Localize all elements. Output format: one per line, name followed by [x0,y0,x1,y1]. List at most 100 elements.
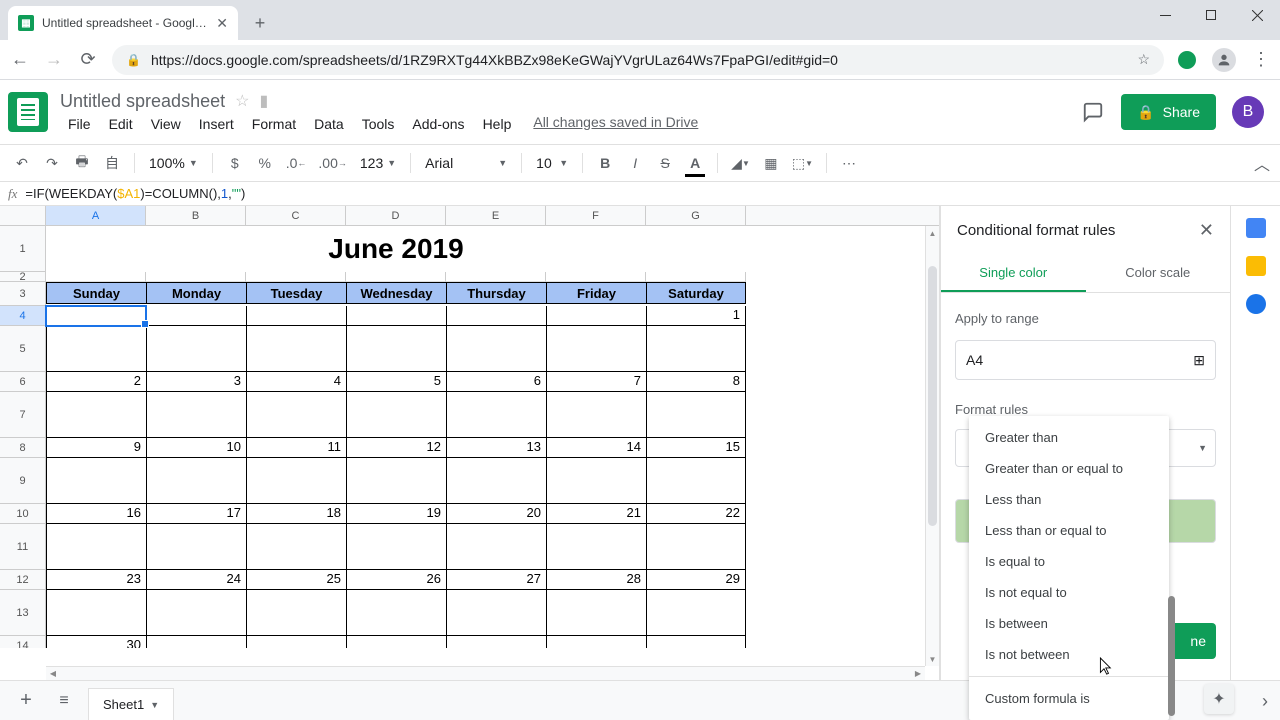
column-header[interactable]: G [646,206,746,225]
formula-bar[interactable]: fx =IF(WEEKDAY($A1)=COLUMN(),1,"") [0,182,1280,206]
star-document-icon[interactable]: ☆ [235,91,249,111]
cell[interactable] [546,306,646,326]
all-sheets-button[interactable]: ≡ [50,687,78,715]
account-avatar[interactable]: B [1232,96,1264,128]
profile-icon[interactable] [1212,48,1236,72]
scroll-up-icon[interactable]: ▲ [926,226,939,240]
row-header[interactable]: 1 [0,226,46,272]
add-sheet-button[interactable]: + [12,687,40,715]
cell[interactable] [346,306,446,326]
row-header[interactable]: 2 [0,272,46,282]
collapse-toolbar-icon[interactable]: ︿ [1254,151,1270,175]
calendar-title[interactable]: June 2019 [46,226,746,272]
dropdown-item[interactable]: Is not between [969,639,1169,670]
explore-button[interactable]: ✦ [1204,684,1234,714]
cell[interactable]: 3 [146,372,246,392]
calendar-addon-icon[interactable] [1246,218,1266,238]
column-header[interactable]: C [246,206,346,225]
font-select[interactable]: Arial▼ [421,155,511,171]
cell[interactable]: 23 [46,570,146,590]
day-header[interactable]: Tuesday [246,282,346,304]
cell[interactable]: 25 [246,570,346,590]
row-header[interactable]: 10 [0,504,46,524]
merge-cells-icon[interactable]: ⬚▼ [789,150,816,176]
cell[interactable]: 20 [446,504,546,524]
cell[interactable] [246,306,346,326]
close-window-button[interactable] [1234,0,1280,30]
row-header[interactable]: 14 [0,636,46,648]
day-header[interactable]: Thursday [446,282,546,304]
cell[interactable]: 13 [446,438,546,458]
cell[interactable]: 12 [346,438,446,458]
cell[interactable]: 29 [646,570,746,590]
strikethrough-icon[interactable]: S [653,150,677,176]
more-toolbar-icon[interactable]: ⋯ [837,150,861,176]
row-header[interactable]: 12 [0,570,46,590]
menu-insert[interactable]: Insert [191,114,242,134]
keep-addon-icon[interactable] [1246,256,1266,276]
dropdown-item[interactable]: Is equal to [969,546,1169,577]
day-header[interactable]: Wednesday [346,282,446,304]
print-icon[interactable]: 🖶 [70,150,94,176]
cell[interactable]: 8 [646,372,746,392]
zoom-select[interactable]: 100%▼ [145,155,202,171]
cell[interactable] [446,306,546,326]
dropdown-item[interactable]: Is not equal to [969,577,1169,608]
close-panel-icon[interactable]: ✕ [1199,220,1214,241]
menu-format[interactable]: Format [244,114,304,134]
currency-icon[interactable]: $ [223,150,247,176]
select-all-corner[interactable] [0,206,46,225]
cell[interactable]: 30 [46,636,146,648]
cell[interactable] [146,306,246,326]
document-title[interactable]: Untitled spreadsheet [60,91,225,112]
row-header[interactable]: 5 [0,326,46,372]
menu-tools[interactable]: Tools [354,114,403,134]
hide-side-panel-icon[interactable]: › [1262,691,1268,712]
maximize-button[interactable] [1188,0,1234,30]
menu-data[interactable]: Data [306,114,352,134]
forward-button[interactable]: → [44,49,64,70]
percent-icon[interactable]: % [253,150,277,176]
cell[interactable]: 28 [546,570,646,590]
dropdown-item[interactable]: Is between [969,608,1169,639]
cell[interactable]: 16 [46,504,146,524]
column-header[interactable]: F [546,206,646,225]
redo-icon[interactable]: ↷ [40,150,64,176]
cell[interactable]: 2 [46,372,146,392]
column-header[interactable]: A [46,206,146,225]
cell[interactable]: 15 [646,438,746,458]
undo-icon[interactable]: ↶ [10,150,34,176]
formula-text[interactable]: =IF(WEEKDAY($A1)=COLUMN(),1,"") [25,186,245,202]
menu-file[interactable]: File [60,114,99,134]
cell[interactable]: 19 [346,504,446,524]
cell[interactable]: 22 [646,504,746,524]
row-header[interactable]: 11 [0,524,46,570]
column-header[interactable]: E [446,206,546,225]
decrease-decimal-icon[interactable]: .0← [283,150,310,176]
dropdown-item[interactable]: Less than [969,484,1169,515]
dropdown-item[interactable]: Greater than or equal to [969,453,1169,484]
cell[interactable]: 17 [146,504,246,524]
cell[interactable]: 24 [146,570,246,590]
day-header[interactable]: Monday [146,282,246,304]
increase-decimal-icon[interactable]: .00→ [315,150,349,176]
day-header[interactable]: Friday [546,282,646,304]
range-input[interactable]: A4 ⊞ [955,340,1216,380]
new-tab-button[interactable]: + [246,9,274,37]
cell[interactable]: 11 [246,438,346,458]
font-size-select[interactable]: 10▼ [532,155,572,171]
scrollbar-thumb[interactable] [928,266,937,526]
italic-icon[interactable]: I [623,150,647,176]
spreadsheet-grid[interactable]: A B C D E F G 1 June 2019 2 3 Sunday Mon… [0,206,940,680]
cell[interactable]: 27 [446,570,546,590]
column-header[interactable]: D [346,206,446,225]
extension-icon[interactable] [1178,51,1196,69]
column-header[interactable]: B [146,206,246,225]
url-input[interactable]: 🔒 https://docs.google.com/spreadsheets/d… [112,45,1164,75]
menu-edit[interactable]: Edit [101,114,141,134]
row-header[interactable]: 13 [0,590,46,636]
row-header[interactable]: 4 [0,306,46,326]
move-folder-icon[interactable]: ▮ [259,91,268,111]
close-tab-icon[interactable]: ✕ [216,15,228,32]
tab-color-scale[interactable]: Color scale [1086,255,1231,292]
